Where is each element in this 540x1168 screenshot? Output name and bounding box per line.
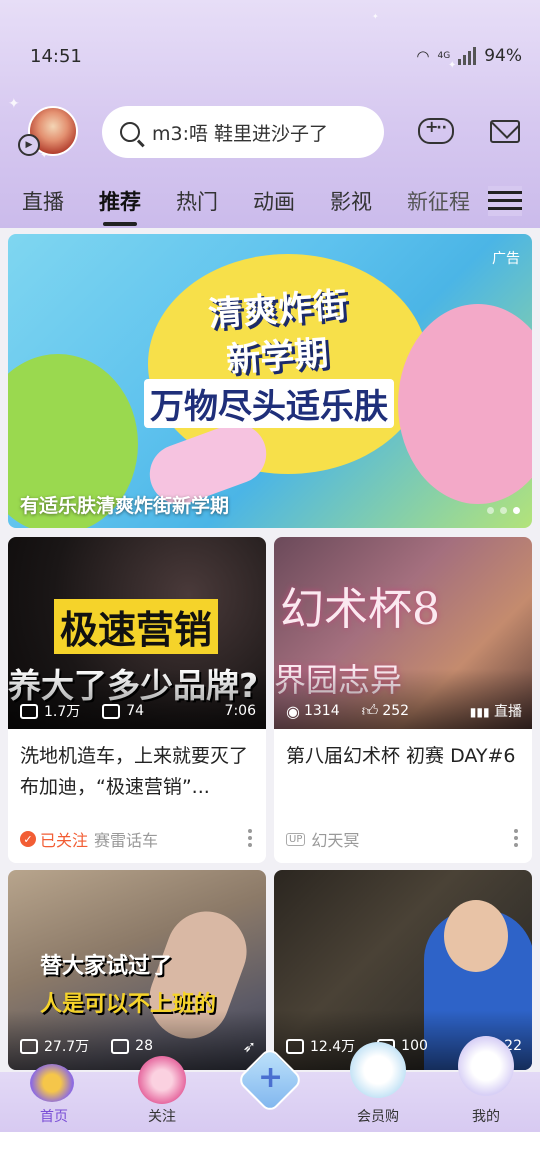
view-count: 27.7万 bbox=[44, 1039, 90, 1055]
home-indicator-area bbox=[0, 1132, 540, 1168]
banner-caption: 有适乐肤清爽炸街新学期 bbox=[20, 495, 230, 517]
view-count: 1314 bbox=[303, 703, 340, 719]
view-count: 1.7万 bbox=[44, 704, 81, 720]
shop-icon[interactable] bbox=[350, 1042, 406, 1098]
video-thumbnail: 幻术杯8 界园志异 ◉ 1314 👍︎ 252 ▮▮▮ 直播 bbox=[274, 537, 532, 729]
banner-headline-1: 清爽炸街 bbox=[207, 285, 350, 335]
duration: 7:06 bbox=[224, 703, 256, 719]
like-icon: 👍︎ bbox=[361, 701, 379, 720]
carousel-dots bbox=[487, 507, 520, 514]
gamepad-icon[interactable] bbox=[418, 117, 454, 144]
tab-hot[interactable]: 热门 bbox=[176, 186, 218, 216]
profile-icon[interactable] bbox=[458, 1036, 514, 1096]
video-thumbnail: 极速营销 养大了多少品牌? 1.7万 74 7:06 bbox=[8, 537, 266, 729]
status-time: 14:51 bbox=[30, 45, 82, 67]
nav-home[interactable]: 首页 bbox=[24, 1106, 84, 1126]
followed-badge: ✓ 已关注 bbox=[20, 827, 88, 851]
tab-live[interactable]: 直播 bbox=[22, 186, 64, 216]
danmaku-count: 74 bbox=[126, 703, 145, 719]
bottom-nav: 首页 关注 + 会员购 我的 bbox=[0, 1036, 540, 1132]
category-tabs: 直播 推荐 热门 动画 影视 新征程 bbox=[22, 186, 505, 226]
live-label: 直播 bbox=[494, 704, 522, 720]
thumbnail-text: 极速营销 bbox=[54, 599, 219, 654]
sparkle-icon: ✦ bbox=[372, 12, 379, 21]
danmaku-icon bbox=[111, 1038, 130, 1054]
video-title[interactable]: 洗地机造车，上来就要灭了布加迪，“极速营销”... bbox=[8, 729, 266, 815]
tab-movies[interactable]: 影视 bbox=[330, 186, 372, 216]
up-badge: UP bbox=[286, 832, 306, 846]
ad-tag: 广告 bbox=[492, 251, 520, 267]
play-count-icon bbox=[20, 1038, 38, 1054]
face-shape bbox=[444, 900, 508, 972]
network-type: 4G bbox=[437, 51, 451, 61]
search-input[interactable]: m3:唔 鞋里进沙子了 bbox=[102, 106, 384, 158]
video-title[interactable]: 第八届幻术杯 初赛 DAY#6 bbox=[274, 729, 532, 815]
more-options-icon[interactable] bbox=[248, 829, 252, 850]
view-count: 12.4万 bbox=[310, 1039, 356, 1055]
plus-icon: + bbox=[258, 1060, 284, 1095]
mail-icon[interactable] bbox=[490, 120, 520, 143]
top-header: ▶ m3:唔 鞋里进沙子了 bbox=[0, 104, 540, 160]
more-options-icon[interactable] bbox=[514, 829, 518, 850]
tab-anime[interactable]: 动画 bbox=[253, 186, 295, 216]
banner-headline-3: 万物尽头适乐肤 bbox=[144, 379, 394, 428]
search-icon bbox=[120, 122, 140, 142]
tab-new-journey[interactable]: 新征程 bbox=[407, 186, 470, 216]
rocket-icon[interactable]: ➶ bbox=[243, 1037, 256, 1056]
play-count-icon bbox=[20, 703, 38, 719]
danmaku-count: 28 bbox=[135, 1038, 153, 1054]
tab-recommend[interactable]: 推荐 bbox=[99, 186, 141, 226]
eye-icon: ◉ bbox=[286, 701, 300, 721]
thumbnail-text: 幻术杯8 bbox=[280, 584, 440, 635]
wifi-icon: ◠ bbox=[416, 47, 430, 65]
menu-icon[interactable] bbox=[488, 186, 522, 216]
live-badge: ▮▮▮ 直播 bbox=[470, 701, 522, 721]
search-placeholder: m3:唔 鞋里进沙子了 bbox=[152, 122, 329, 145]
follow-icon[interactable] bbox=[138, 1056, 186, 1104]
danmaku-icon bbox=[102, 703, 121, 719]
video-card[interactable]: 幻术杯8 界园志异 ◉ 1314 👍︎ 252 ▮▮▮ 直播 第八届幻术杯 初赛… bbox=[274, 537, 532, 863]
nav-profile[interactable]: 我的 bbox=[456, 1106, 516, 1126]
check-icon: ✓ bbox=[20, 831, 36, 847]
nav-follow[interactable]: 关注 bbox=[132, 1106, 192, 1126]
nav-vip-shop[interactable]: 会员购 bbox=[348, 1106, 408, 1126]
battery-level: 94% bbox=[484, 46, 522, 66]
video-thumbnail: 替大家试过了 人是可以不上班的 27.7万 28 ➶ bbox=[8, 870, 266, 1070]
video-card[interactable]: 替大家试过了 人是可以不上班的 27.7万 28 ➶ bbox=[8, 870, 266, 1070]
banner-headline-2: 新学期 bbox=[224, 333, 330, 381]
status-bar: 14:51 ◠ 4G 94% bbox=[30, 42, 522, 70]
like-count: 252 bbox=[382, 703, 410, 719]
signal-icon bbox=[458, 47, 477, 65]
live-bars-icon: ▮▮▮ bbox=[469, 705, 490, 719]
ad-banner[interactable]: 清爽炸街 新学期 万物尽头适乐肤 广告 有适乐肤清爽炸街新学期 bbox=[8, 234, 532, 528]
danmaku-count: 100 bbox=[401, 1038, 428, 1054]
video-card[interactable]: 极速营销 养大了多少品牌? 1.7万 74 7:06 洗地机造车，上来就要灭了布… bbox=[8, 537, 266, 863]
followed-label: 已关注 bbox=[40, 831, 89, 850]
play-icon[interactable]: ▶ bbox=[18, 134, 40, 156]
author-name[interactable]: 赛雷话车 bbox=[94, 827, 158, 851]
author-name[interactable]: 幻天冥 bbox=[311, 827, 359, 851]
home-icon[interactable] bbox=[30, 1064, 74, 1102]
thumbnail-text: 替大家试过了 bbox=[40, 954, 173, 979]
play-count-icon bbox=[286, 1038, 304, 1054]
